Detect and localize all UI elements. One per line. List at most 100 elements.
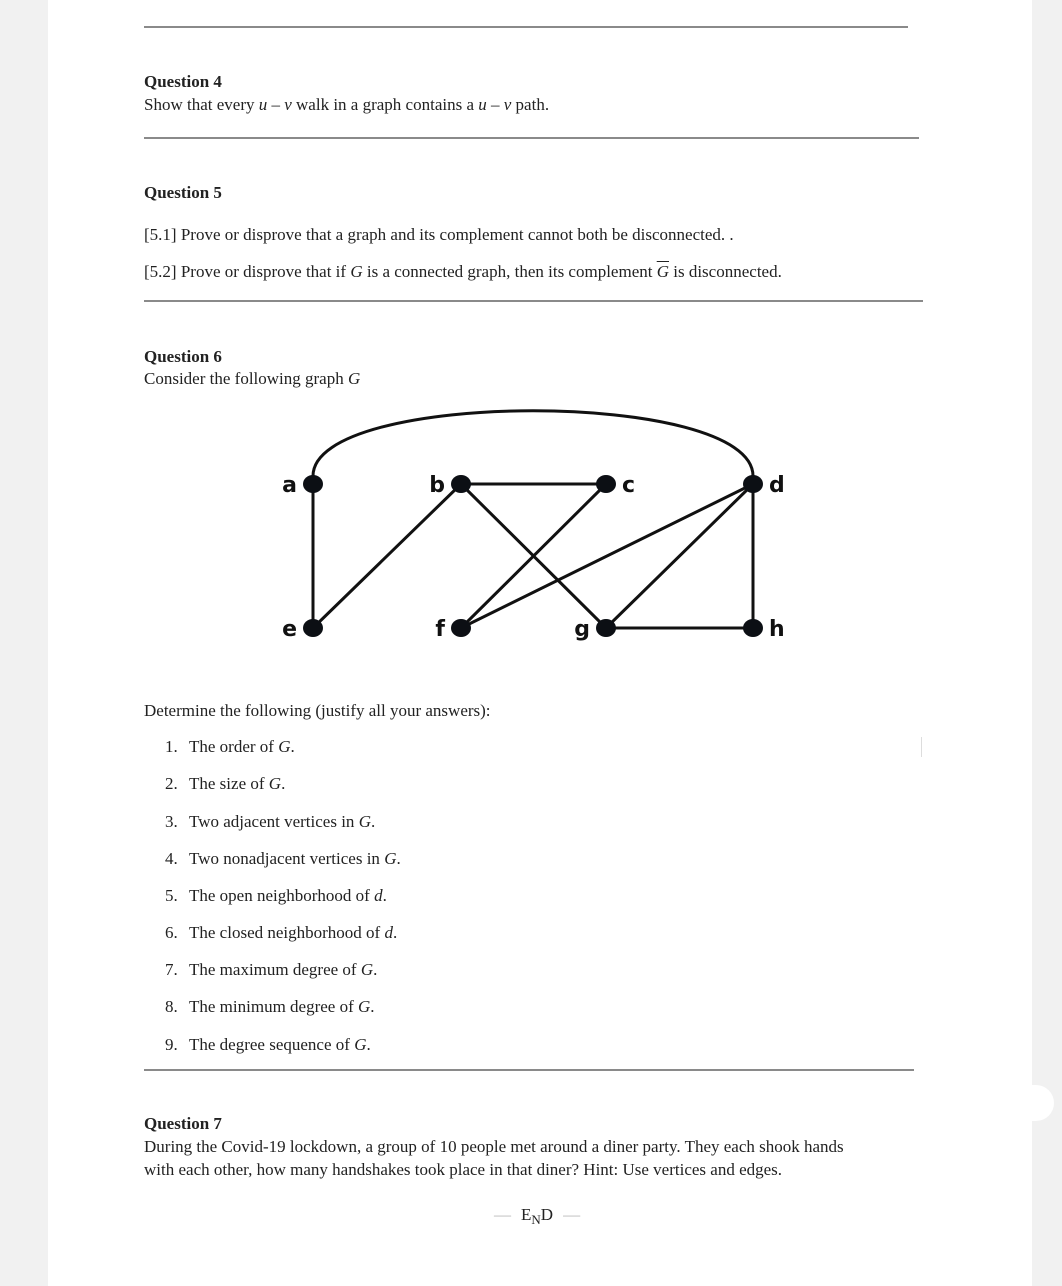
item-text: . [396,849,401,868]
item-variable: G [268,774,282,793]
math-G: G [350,262,363,281]
item-number: 2. [165,774,178,793]
list-item: 3. Two adjacent vertices in G. [165,812,375,832]
math-v: v [284,95,292,114]
item-text: Two nonadjacent vertices in [189,849,385,868]
vertex-e [303,619,323,637]
item-variable: G [278,737,291,756]
math-u: u [478,95,487,114]
question-4-title: Question 4 [144,72,222,91]
text: is disconnected. [669,262,782,281]
list-item: 9. The degree sequence of G. [165,1035,371,1055]
edge-d-f [460,482,754,630]
list-item: 2. The size of G. [165,774,285,794]
math-u: u [258,95,268,114]
text: – [267,95,285,114]
question-6-title: Question 6 [144,347,222,366]
item-variable: G [358,812,371,831]
text: path. [511,95,550,114]
question-4-body: Show that every u – v walk in a graph co… [144,95,549,115]
item-text: . [392,923,398,942]
math-G: G [347,369,361,388]
list-item: 8. The minimum degree of G. [165,997,375,1017]
item-text: . [370,812,376,831]
text: Consider the following graph [144,369,348,388]
item-text: . [370,997,375,1016]
item-text: The size of [189,774,269,793]
item-text: The order of [189,737,279,756]
item-number: 4. [165,849,178,868]
vertex-label-c: c [622,473,635,498]
end-letter: D [540,1205,554,1224]
determine-instruction: Determine the following (justify all you… [144,701,491,720]
vertex-label-f: f [435,617,445,642]
item-number: 8. [165,997,178,1016]
vertex-h [743,619,763,637]
vertex-label-e: e [282,617,297,642]
list-item: 7. The maximum degree of G. [165,960,377,980]
edge-a-d [311,409,755,477]
item-number: 6. [165,923,178,942]
question-5-part-2: [5.2] Prove or disprove that if G is a c… [144,262,782,282]
item-text: . [382,886,387,905]
item-text: . [366,1035,371,1054]
list-item: 1. The order of G. [165,737,295,757]
list-item: 5. The open neighborhood of d. [165,886,387,906]
text: Show that every [144,95,259,114]
text: – [486,95,504,114]
question-7-line-2: with each other, how many handshakes too… [144,1160,783,1179]
dash: — [494,1205,511,1224]
item-number: 7. [165,960,178,979]
end-letter: E [521,1205,532,1224]
text: walk in a graph contains a [291,95,479,114]
item-text: . [281,774,286,793]
item-variable: G [354,1035,367,1054]
dash: — [563,1205,581,1224]
item-number: 9. [165,1035,178,1054]
section-divider [144,137,919,139]
vertex-label-b: b [429,473,445,498]
vertex-label-h: h [769,617,785,642]
section-divider [144,300,923,302]
list-item: 4. Two nonadjacent vertices in G. [165,849,401,869]
section-divider [144,26,908,28]
vertex-label-g: g [574,617,590,642]
item-variable: d [374,886,383,905]
item-text: The maximum degree of [189,960,361,979]
item-variable: d [384,923,393,942]
item-text: The degree sequence of [189,1035,355,1054]
vertex-b [451,475,471,493]
section-divider [144,1069,914,1071]
vertex-label-d: d [769,473,785,498]
text: is a connected graph, then its complemen… [362,262,657,281]
vertex-g [596,619,616,637]
item-variable: G [360,960,374,979]
edge-d-g [604,482,755,630]
item-variable: G [358,997,371,1016]
item-text: . [290,737,295,756]
item-number: 1. [165,737,178,756]
item-variable: G [384,849,397,868]
question-5-title: Question 5 [144,183,222,202]
item-text: The open neighborhood of [189,886,375,905]
item-text: . [373,960,378,979]
math-G-complement: G [656,262,669,281]
stray-mark [921,737,922,757]
item-text: The closed neighborhood of [189,923,385,942]
vertex-a [303,475,323,493]
end-marker: — END — [484,1205,590,1227]
list-item: 6. The closed neighborhood of d. [165,923,397,943]
text: [5.2] Prove or disprove that if [144,262,351,281]
vertex-d [743,475,763,493]
end-letter: N [531,1212,541,1227]
item-text: The minimum degree of [189,997,359,1016]
question-5-part-1: [5.1] Prove or disprove that a graph and… [144,225,734,244]
item-text: Two adjacent vertices in [189,812,359,831]
item-number: 3. [165,812,178,831]
vertex-c [596,475,616,493]
question-7-title: Question 7 [144,1114,222,1133]
side-scroll-tab[interactable] [1024,1085,1054,1121]
edge-b-e [311,482,463,630]
item-number: 5. [165,886,178,905]
graph-G-figure: a b c d e f g h [282,409,785,642]
